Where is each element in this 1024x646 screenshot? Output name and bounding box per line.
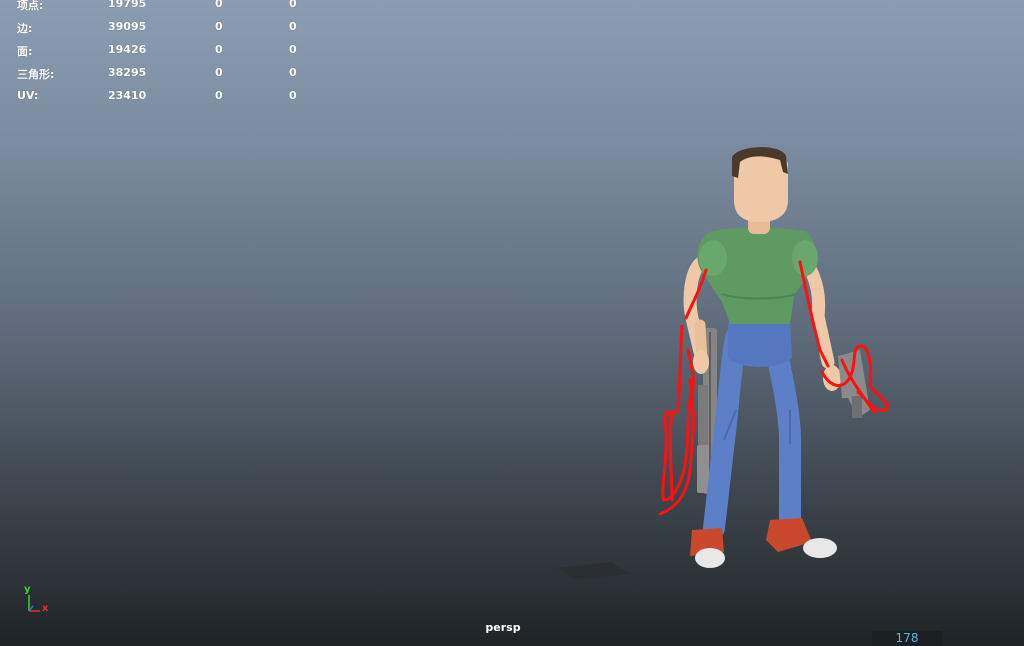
- hud-label: 面:: [17, 45, 33, 58]
- hud-row-triangles: 三角形: 38295 0 0: [0, 66, 320, 86]
- left-sleeve: [699, 240, 727, 276]
- hud-value-2: 0: [215, 66, 223, 79]
- hud-label: 项点:: [17, 0, 44, 12]
- hud-value: 39095: [108, 20, 147, 33]
- hud-label: UV:: [17, 89, 39, 102]
- hud-value-3: 0: [289, 0, 297, 10]
- hud-label: 三角形:: [17, 68, 55, 81]
- axis-gizmo: y x: [18, 582, 58, 618]
- hud-value-3: 0: [289, 43, 297, 56]
- ground-shadow: [558, 562, 630, 580]
- hud-value: 19795: [108, 0, 147, 10]
- camera-name-label: persp: [485, 621, 521, 634]
- hud-row-vertices: 项点: 19795 0 0: [0, 0, 320, 17]
- frame-counter: 178: [872, 631, 942, 646]
- hud-value-2: 0: [215, 89, 223, 102]
- pelvis[interactable]: [728, 322, 792, 367]
- left-leg[interactable]: [703, 327, 747, 539]
- character-model[interactable]: [683, 147, 870, 568]
- 3d-viewport[interactable]: 项点: 19795 0 0 边: 39095 0 0 面: 19426 0 0 …: [0, 0, 1024, 646]
- hud-value-3: 0: [289, 20, 297, 33]
- right-shoe[interactable]: [766, 518, 837, 558]
- hud-value-2: 0: [215, 43, 223, 56]
- hud-value: 23410: [108, 89, 147, 102]
- hud-value-3: 0: [289, 89, 297, 102]
- hud-row-faces: 面: 19426 0 0: [0, 43, 320, 63]
- hud-value: 19426: [108, 43, 147, 56]
- hud-row-edges: 边: 39095 0 0: [0, 20, 320, 40]
- hud-value-2: 0: [215, 20, 223, 33]
- hud-value-2: 0: [215, 0, 223, 10]
- hud-label: 边:: [17, 22, 33, 35]
- right-leg[interactable]: [763, 327, 801, 531]
- axis-y-label: y: [24, 584, 31, 595]
- axis-x-label: x: [42, 603, 49, 614]
- hud-value: 38295: [108, 66, 147, 79]
- left-shoe[interactable]: [690, 528, 725, 568]
- hud-row-uvs: UV: 23410 0 0: [0, 89, 320, 109]
- head[interactable]: [732, 147, 788, 222]
- hud-value-3: 0: [289, 66, 297, 79]
- right-sleeve: [792, 240, 818, 276]
- left-hand[interactable]: [693, 350, 709, 374]
